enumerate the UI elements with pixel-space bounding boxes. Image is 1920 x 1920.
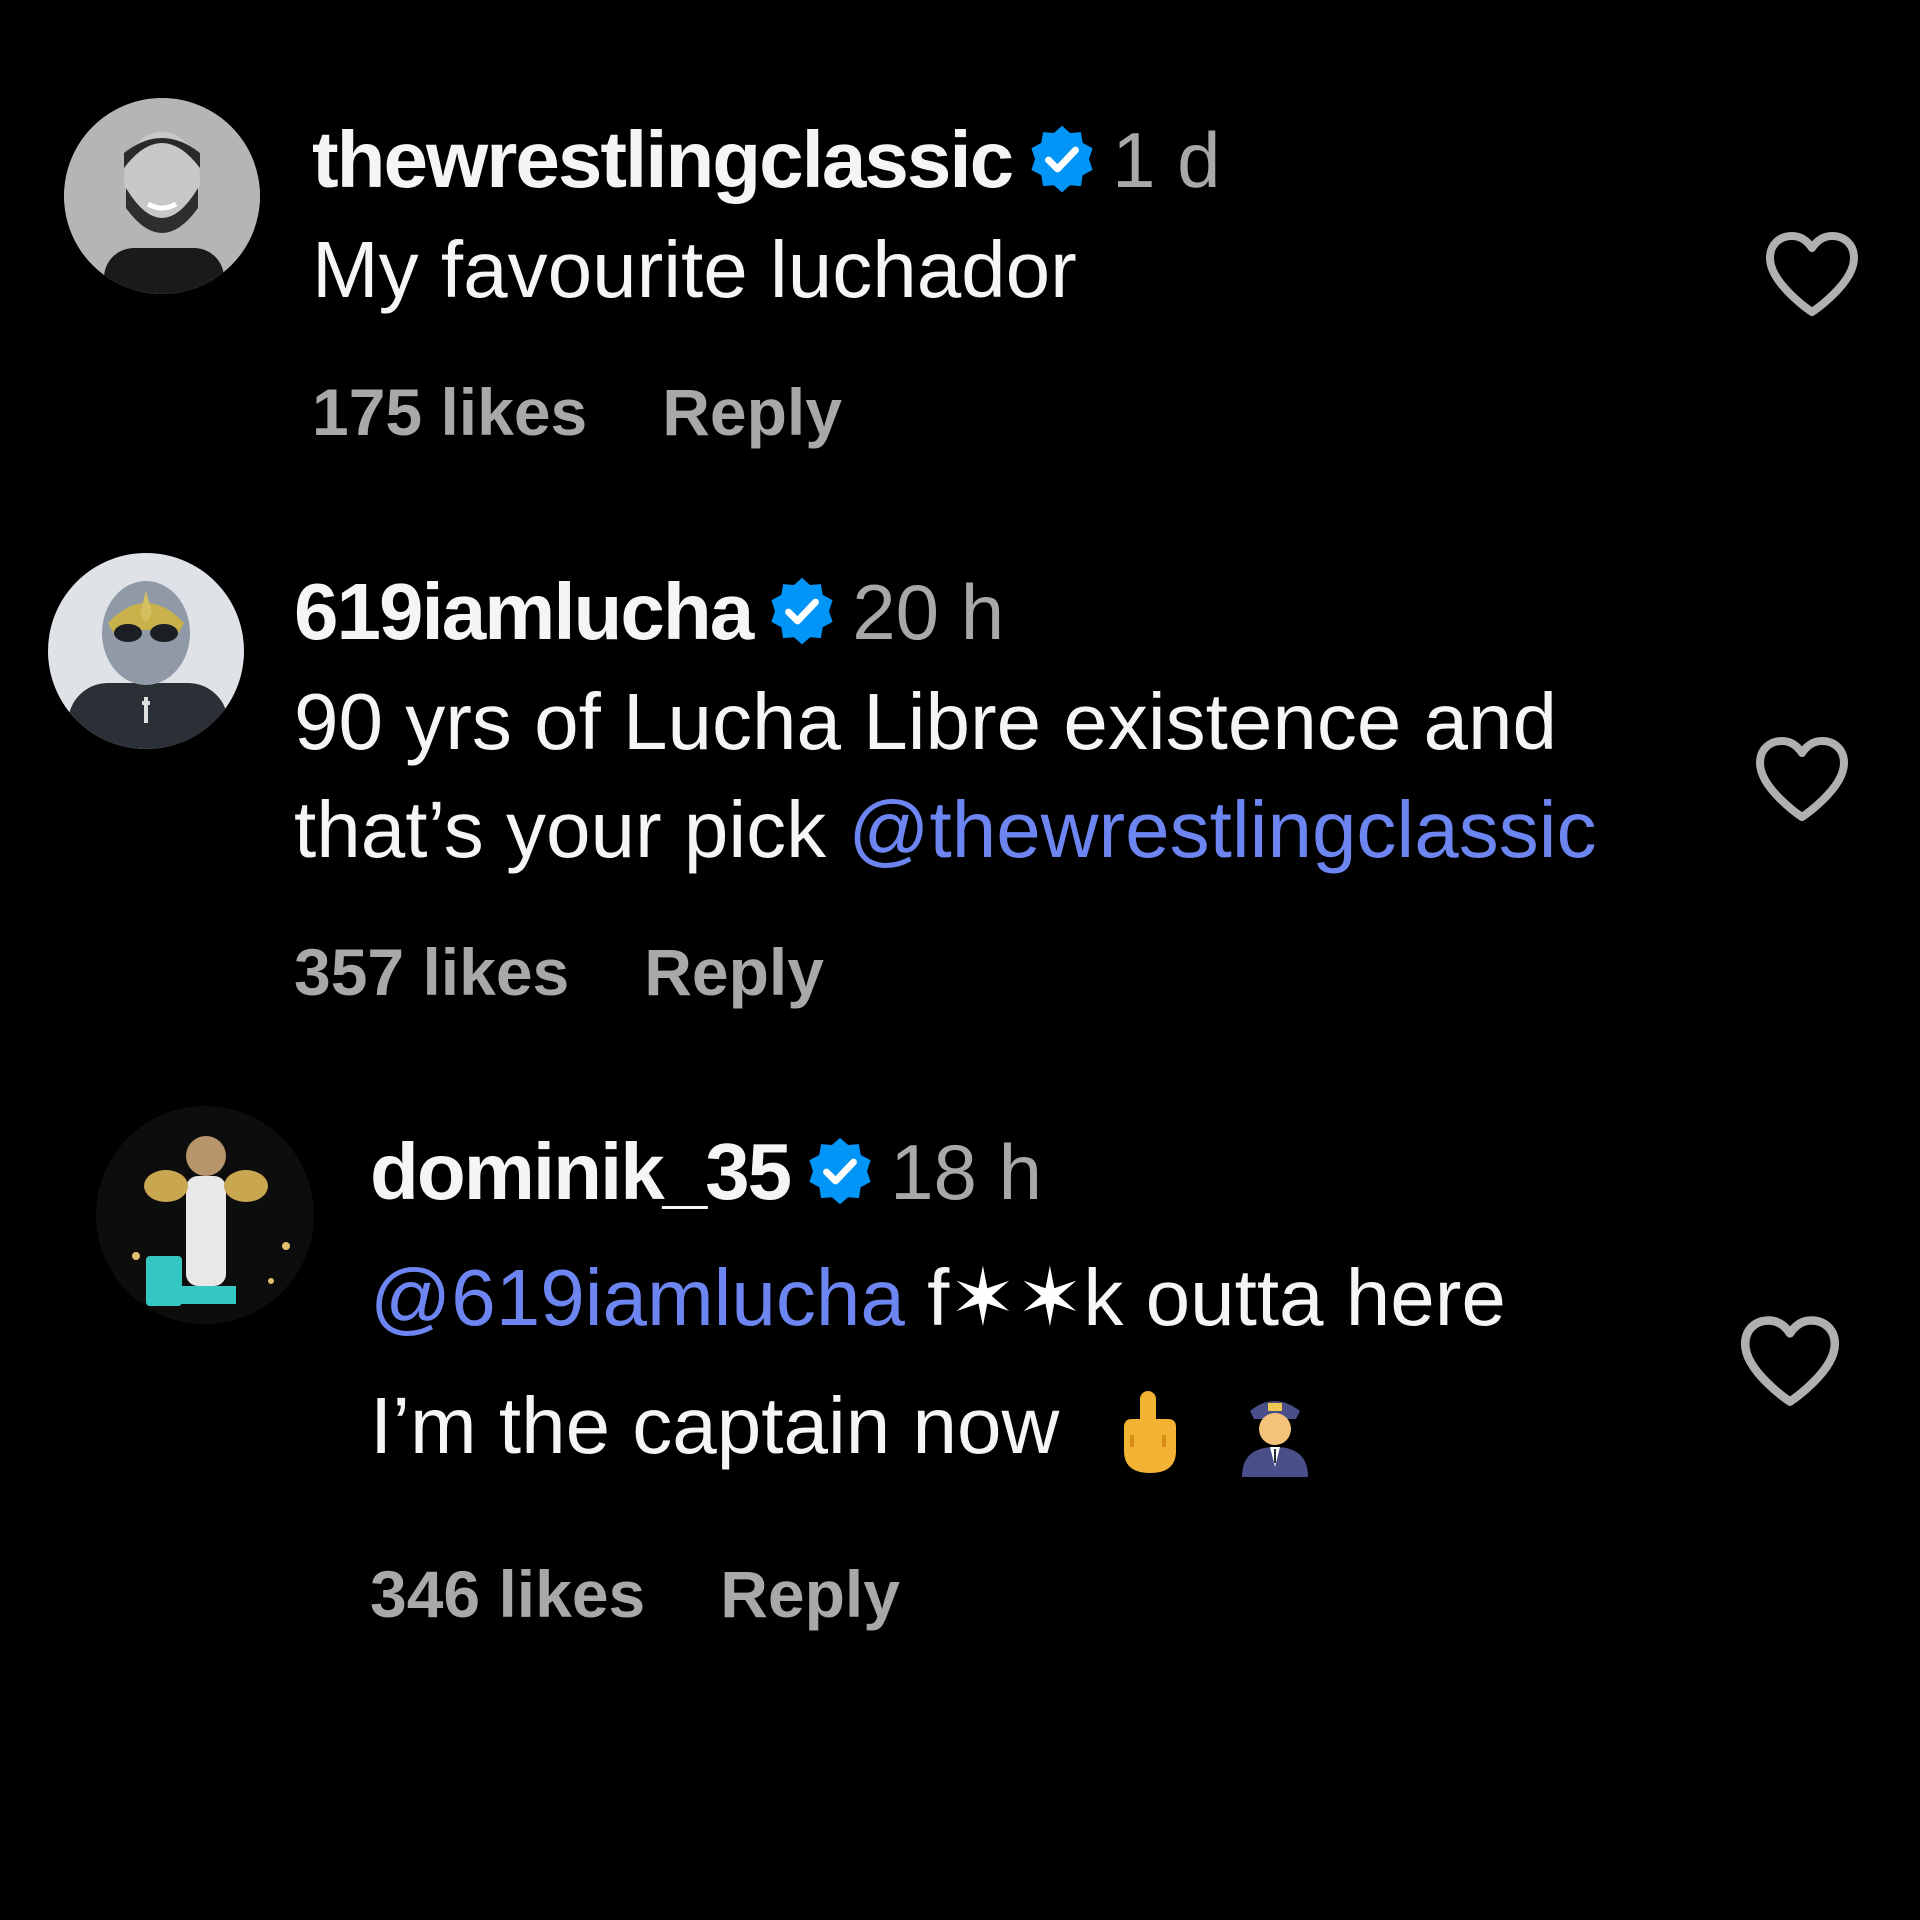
username[interactable]: 619iamlucha [294, 566, 754, 658]
username[interactable]: thewrestlingclassic [312, 114, 1014, 206]
likes-count[interactable]: 346 likes [370, 1556, 645, 1632]
reply-button[interactable]: Reply [662, 374, 842, 450]
avatar-thewrestlingclassic[interactable] [64, 98, 260, 294]
comment-text-line-2: that’s your pick @thewrestlingclassic [294, 776, 1596, 884]
timestamp: 18 h [890, 1127, 1042, 1216]
comment-text-line-2: I’m the captain now [370, 1372, 1506, 1480]
mention-link[interactable]: @619iamlucha [370, 1253, 905, 1342]
timestamp: 1 d [1112, 115, 1221, 204]
comment-text-line-1: 90 yrs of Lucha Libre existence and [294, 677, 1558, 766]
username[interactable]: dominik_35 [370, 1126, 792, 1218]
pilot-emoji-icon [1238, 1387, 1312, 1477]
censor-stars: ✶✶ [949, 1253, 1084, 1342]
verified-badge-icon [804, 1136, 876, 1208]
timestamp: 20 h [852, 567, 1005, 656]
verified-badge-icon [1026, 124, 1098, 196]
censored-word: f✶✶k [927, 1253, 1123, 1342]
censored-word-end: k [1083, 1253, 1124, 1342]
comment-text: outta here [1123, 1253, 1506, 1342]
comment-text: My favourite luchador [312, 225, 1077, 314]
comment-text: that’s your pick [294, 785, 849, 874]
like-heart-icon[interactable] [1736, 1312, 1844, 1408]
like-heart-icon[interactable] [1762, 228, 1862, 318]
mention-link[interactable]: @thewrestlingclassic [848, 785, 1596, 874]
comment-text: I’m the captain now [370, 1381, 1060, 1470]
comment-text-line-1: @619iamlucha f✶✶k outta here [370, 1244, 1506, 1352]
avatar-dominik-35[interactable] [96, 1106, 314, 1324]
reply-button[interactable]: Reply [644, 934, 824, 1010]
likes-count[interactable]: 175 likes [312, 374, 587, 450]
likes-count[interactable]: 357 likes [294, 934, 569, 1010]
like-heart-icon[interactable] [1752, 733, 1852, 823]
censored-word-start: f [927, 1253, 950, 1342]
middle-finger-emoji-icon [1112, 1387, 1186, 1477]
verified-badge-icon [766, 576, 838, 648]
avatar-619iamlucha[interactable] [48, 553, 244, 749]
reply-button[interactable]: Reply [720, 1556, 900, 1632]
